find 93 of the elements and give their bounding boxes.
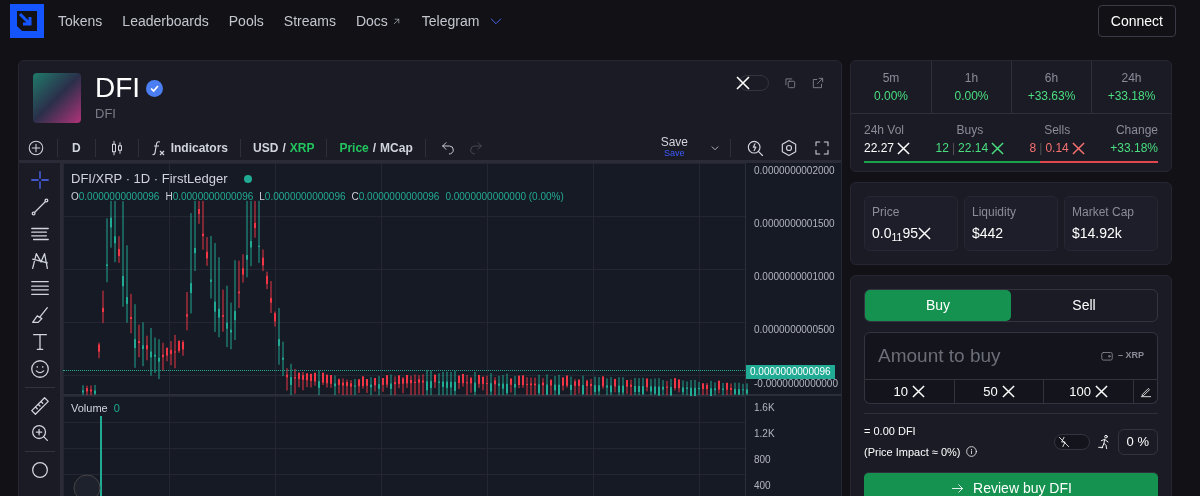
- metric-label: Market Cap: [1072, 204, 1136, 221]
- stat-value: 12 | 22.14: [935, 139, 1005, 157]
- volume-tick: 800: [754, 453, 772, 467]
- indicators-button[interactable]: Indicators: [146, 138, 233, 157]
- last-price-label: 0.0000000000096: [746, 365, 835, 379]
- amount-input[interactable]: Amount to buy: [878, 341, 1100, 371]
- chart-legend: DFI/XRP · 1D · FirstLedger: [71, 169, 228, 189]
- x-mark-icon: [1071, 141, 1085, 155]
- period-change: +33.63%: [1027, 88, 1076, 105]
- crossed-icon: [1056, 434, 1071, 449]
- volume-tick: 1.2K: [754, 427, 776, 441]
- fullscreen-icon[interactable]: [813, 138, 831, 157]
- stat-label: Change: [1115, 122, 1158, 139]
- stat-value: 22.27: [864, 139, 911, 157]
- currency-toggle[interactable]: USD: [253, 138, 279, 157]
- price-impact-text: (Price Impact ≈ 0%): [864, 444, 961, 460]
- ohlc-value: H0.0000000000096: [165, 189, 254, 204]
- mode-toggle[interactable]: MCap: [380, 138, 413, 157]
- preset-amount-button[interactable]: 100: [1043, 380, 1133, 403]
- change-value: 0.0000000000000 (0.00%): [445, 189, 564, 204]
- price-tick: 0.0000000001500: [754, 217, 836, 231]
- undo-icon[interactable]: [439, 139, 456, 156]
- external-link-icon[interactable]: [811, 76, 825, 90]
- ohlc-value: C0.0000000000096: [351, 189, 440, 204]
- nav-link[interactable]: Leaderboards: [122, 10, 209, 32]
- slippage-field[interactable]: 0 %: [1117, 428, 1158, 455]
- price-tick: 0.0000000000500: [754, 323, 836, 337]
- preset-amount-button[interactable]: 50: [953, 380, 1044, 403]
- ohlc-value: L0.0000000000096: [259, 189, 346, 204]
- x-mark-icon: [991, 141, 1005, 155]
- mode-toggle[interactable]: Price: [339, 138, 369, 157]
- add-circle-icon[interactable]: [27, 138, 45, 157]
- token-symbol: DFI: [95, 105, 117, 124]
- price-tick: -0.0000000000000: [753, 379, 839, 389]
- stat-value: 8 | 0.14: [1029, 139, 1085, 157]
- trade-tab[interactable]: Buy: [865, 290, 1011, 321]
- amount-field[interactable]: Amount to buy – XRP: [864, 332, 1158, 380]
- ruler-icon[interactable]: [28, 395, 51, 417]
- wallet-icon: [1100, 349, 1114, 363]
- emoji-icon[interactable]: [28, 358, 51, 380]
- separator-slash: /: [282, 139, 286, 157]
- currency-toggle[interactable]: XRP: [289, 138, 315, 157]
- nav-link[interactable]: Pools: [228, 10, 264, 32]
- nav-link[interactable]: Docs: [355, 10, 402, 32]
- function-icon: [150, 139, 165, 156]
- copy-icon[interactable]: [783, 76, 797, 90]
- metric-value: $14.92k: [1072, 224, 1123, 243]
- logo-icon[interactable]: [10, 4, 44, 38]
- token-name: DFI: [95, 72, 141, 105]
- x-mark-icon: [736, 76, 750, 90]
- balance-text: – XRP: [1118, 349, 1144, 363]
- metric-value: 0.0$_{11}$95: [872, 223, 950, 244]
- x-mark-icon: [1095, 385, 1109, 398]
- connect-button[interactable]: Connect: [1097, 5, 1176, 37]
- volume-tick: 400: [754, 479, 772, 493]
- mev-toggle[interactable]: [1053, 433, 1090, 450]
- nav-link[interactable]: Tokens: [58, 10, 103, 32]
- period-label: 5m: [882, 70, 900, 87]
- ohlc-value: O0.0000000000096: [71, 189, 160, 204]
- output-amount: = 0.00 DFI: [864, 424, 917, 439]
- separator-slash: /: [372, 139, 377, 157]
- info-icon[interactable]: [964, 445, 978, 459]
- price-tick: 0.0000000001000: [754, 270, 836, 284]
- trade-tab[interactable]: Sell: [1011, 290, 1157, 321]
- volume-value: 0: [113, 401, 120, 416]
- period-label: 24h: [1121, 70, 1142, 87]
- review-buy-button[interactable]: Review buy DFI: [864, 472, 1158, 496]
- period-change: 0.00%: [874, 88, 908, 105]
- price-tick: 0.0000000002000: [754, 164, 836, 178]
- stat-label: Buys: [956, 122, 984, 139]
- period-change: 0.00%: [954, 88, 989, 105]
- preset-amount-button[interactable]: 10: [865, 380, 954, 403]
- stat-value: +33.18%: [1110, 140, 1158, 157]
- nav-link[interactable]: Telegram: [421, 10, 505, 32]
- nav-link[interactable]: Streams: [283, 10, 336, 32]
- stat-label: Sells: [1044, 122, 1071, 139]
- metric-label: Price: [872, 204, 901, 221]
- period-label: 6h: [1044, 70, 1059, 87]
- metric-label: Liquidity: [972, 204, 1018, 221]
- save-button[interactable]: Save Save: [654, 136, 694, 159]
- interval-button[interactable]: D: [66, 138, 87, 157]
- period-label: 1h: [964, 70, 979, 87]
- x-mark-icon: [1001, 385, 1015, 398]
- volume-label: Volume: [71, 401, 108, 416]
- x-mark-icon: [912, 385, 926, 398]
- token-avatar: [33, 73, 81, 123]
- x-mark-icon: [897, 141, 911, 155]
- volume-tick: 1.6K: [754, 401, 776, 415]
- period-change: +33.18%: [1107, 88, 1156, 105]
- metric-value: $442: [972, 224, 1005, 243]
- settings-icon[interactable]: [779, 137, 799, 158]
- stat-label: 24h Vol: [864, 122, 906, 139]
- crosshair-icon[interactable]: [28, 169, 51, 191]
